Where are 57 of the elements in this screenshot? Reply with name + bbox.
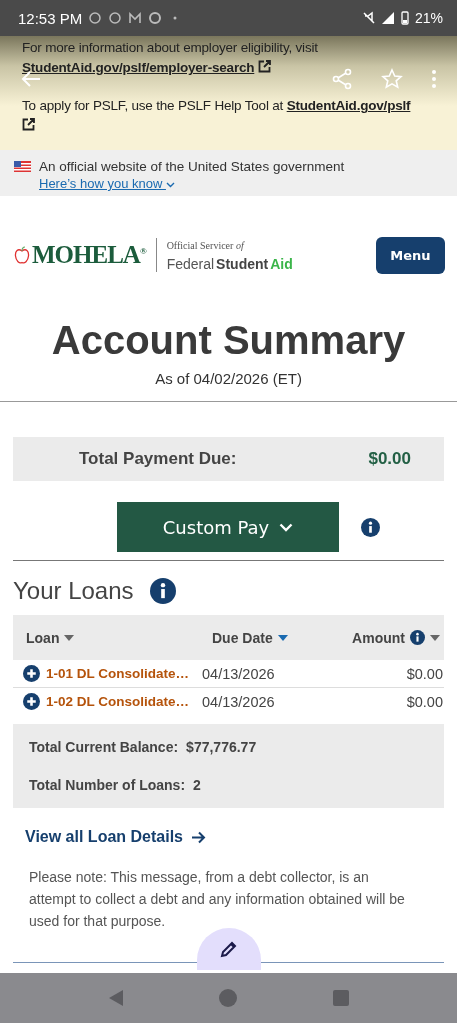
total-value: $77,776.77 <box>186 739 257 755</box>
alarm-icon <box>88 11 103 25</box>
info-icon[interactable] <box>410 630 425 645</box>
loans-heading: Your Loans <box>13 577 134 605</box>
loan-link[interactable]: 1-01 DL Consolidate… <box>46 666 196 681</box>
notice-text: To apply for PSLF, use the PSLF Help Tool at <box>22 98 284 113</box>
sort-caret-icon[interactable] <box>64 634 75 641</box>
chevron-down-icon <box>279 522 294 532</box>
edit-button[interactable] <box>197 928 261 970</box>
signal-icon <box>380 11 395 25</box>
column-header[interactable]: Due Date <box>212 629 273 646</box>
table-cell-text: $0.00 <box>405 693 444 710</box>
alarm-icon <box>108 11 123 25</box>
employer-search-link[interactable]: StudentAid.gov/pslf/employer-search <box>22 60 255 75</box>
apple-icon <box>14 245 30 265</box>
sort-caret-icon[interactable] <box>430 634 440 641</box>
as-of-date: As of 04/02/2026 (ET) <box>154 370 303 387</box>
table-cell-text: $0.00 <box>405 665 444 682</box>
total-label: Total Number of Loans: <box>29 777 186 793</box>
sort-caret-icon[interactable] <box>277 634 288 641</box>
external-link-icon <box>22 118 35 131</box>
star-icon[interactable] <box>381 68 403 90</box>
expand-icon[interactable] <box>23 665 40 682</box>
flag-icon <box>14 161 31 172</box>
pslf-link[interactable]: StudentAid.gov/pslf <box>286 98 411 113</box>
expand-icon[interactable] <box>23 693 40 710</box>
disclaimer-text: Please note: This message, from a debt collector, is an attempt to collect a debt and any information obtained will be used for that purpose. <box>29 868 406 931</box>
payment-due-label: Total Payment Due: <box>79 449 237 469</box>
info-icon[interactable] <box>361 517 380 537</box>
page-title: Account Summary <box>50 317 407 364</box>
arrow-right-icon <box>191 830 206 844</box>
info-icon[interactable] <box>149 578 176 604</box>
how-you-know-link[interactable]: Here’s how you know <box>39 175 345 192</box>
mute-icon <box>362 11 375 25</box>
column-header[interactable]: Amount <box>352 629 405 646</box>
external-link-icon <box>257 60 271 73</box>
notice-text: For more information about employer eligibility, visit <box>22 39 319 57</box>
table-cell-text: 04/13/2026 <box>202 693 276 710</box>
payment-due-amount: $0.00 <box>368 449 411 469</box>
total-label: Total Current Balance: <box>29 739 179 755</box>
mohela-logo: MOHELA$^{®}$ <box>32 241 146 269</box>
loan-link[interactable]: 1-02 DL Consolidate… <box>46 694 196 709</box>
loan-details-link[interactable]: View all Loan Details <box>25 828 432 846</box>
battery-level: 21% <box>414 10 443 26</box>
battery-icon <box>400 11 409 25</box>
total-value: 2 <box>193 777 201 793</box>
menu-button[interactable]: Menu <box>376 236 445 274</box>
column-header[interactable]: Loan <box>26 629 60 646</box>
chevron-down-icon <box>165 182 175 188</box>
fsa-logo: Official Servicer of FederalStudentAid <box>166 239 293 273</box>
mail-icon <box>128 11 143 25</box>
chrome-icon <box>148 11 163 25</box>
pencil-icon <box>219 939 239 959</box>
table-cell-text: 04/13/2026 <box>202 665 276 682</box>
gov-banner-text: An official website of the United States government <box>39 158 345 175</box>
status-time: 12:53 PM <box>18 9 83 27</box>
custom-pay-button[interactable]: Custom Pay <box>117 502 339 552</box>
